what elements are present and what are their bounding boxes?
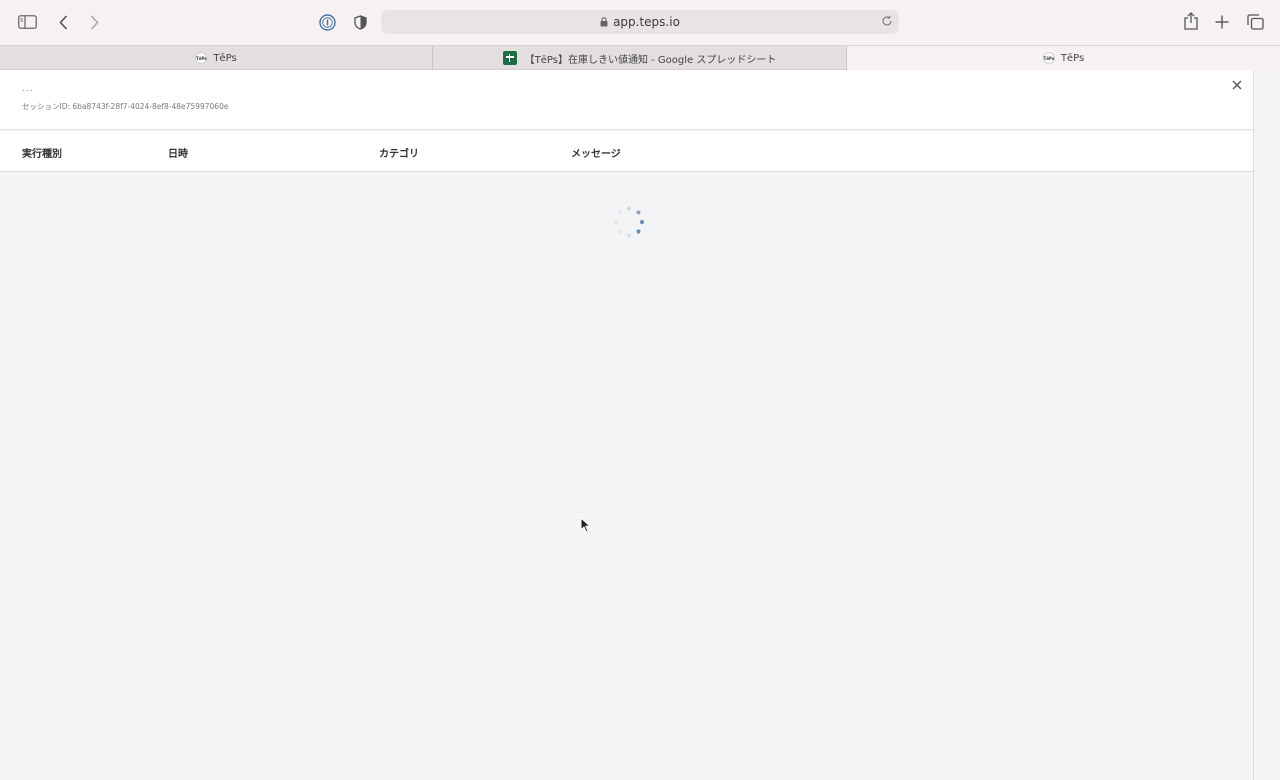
loading-spinner-icon bbox=[611, 205, 647, 241]
password-manager-icon[interactable] bbox=[318, 13, 336, 31]
close-button[interactable] bbox=[1230, 78, 1244, 92]
tab-bar: TēPs TēPs 【TēPs】在庫しきい値通知 - Google スプレッドシ… bbox=[0, 45, 1280, 70]
shield-icon[interactable] bbox=[352, 13, 368, 31]
tabs-overview-icon[interactable] bbox=[1245, 13, 1265, 31]
log-table-header: 実行種別 日時 カテゴリ メッセージ bbox=[0, 131, 1253, 172]
reload-icon[interactable] bbox=[881, 15, 893, 30]
tab-title: 【TēPs】在庫しきい値通知 - Google スプレッドシート bbox=[524, 54, 777, 66]
column-header-message: メッセージ bbox=[571, 149, 621, 160]
sidebar-icon[interactable] bbox=[17, 13, 37, 31]
side-gutter bbox=[1253, 70, 1280, 780]
session-header: ... セッションID: 6ba8743f-28f7-4024-8ef8-48e… bbox=[0, 70, 1253, 130]
column-header-execution-type: 実行種別 bbox=[22, 149, 62, 160]
teps-favicon: TēPs bbox=[195, 52, 208, 64]
tab-google-sheets[interactable]: 【TēPs】在庫しきい値通知 - Google スプレッドシート bbox=[433, 46, 846, 70]
tab-teps-active[interactable]: TēPs TēPs bbox=[847, 46, 1280, 70]
tab-title: TēPs bbox=[1060, 52, 1085, 64]
mouse-cursor-icon bbox=[580, 516, 592, 537]
log-modal: ... セッションID: 6ba8743f-28f7-4024-8ef8-48e… bbox=[0, 70, 1253, 780]
url-text: app.teps.io bbox=[613, 15, 680, 29]
new-tab-icon[interactable] bbox=[1214, 13, 1230, 31]
close-icon bbox=[1232, 80, 1242, 90]
session-id: セッションID: 6ba8743f-28f7-4024-8ef8-48e7599… bbox=[22, 102, 229, 111]
back-icon[interactable] bbox=[56, 13, 70, 31]
browser-toolbar: app.teps.io bbox=[0, 0, 1280, 45]
tab-title: TēPs bbox=[213, 52, 237, 64]
session-title-placeholder: ... bbox=[22, 84, 34, 94]
tab-teps-1[interactable]: TēPs TēPs bbox=[0, 46, 432, 70]
column-header-category: カテゴリ bbox=[379, 149, 419, 160]
share-icon[interactable] bbox=[1182, 11, 1200, 31]
lock-icon bbox=[600, 17, 608, 27]
teps-favicon: TēPs bbox=[1042, 52, 1055, 64]
forward-icon[interactable] bbox=[87, 13, 101, 31]
google-sheets-icon bbox=[502, 51, 517, 65]
column-header-datetime: 日時 bbox=[168, 149, 188, 160]
address-bar[interactable]: app.teps.io bbox=[381, 10, 899, 34]
